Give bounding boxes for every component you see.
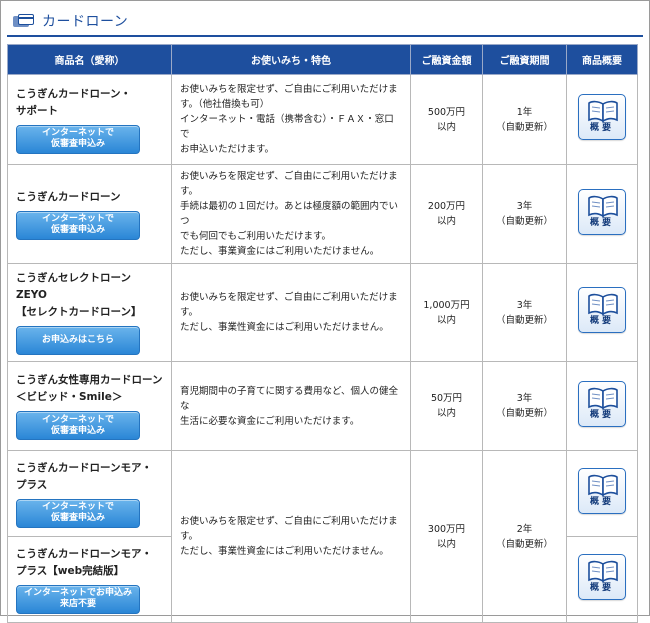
features-cell: お使いみちを限定せず、ご自由にご利用いただけま す。 ただし、事業性資金にはご利用い… (171, 263, 411, 362)
product-name-cell: こうぎんカードローン インターネットで 仮審査申込み (7, 164, 172, 264)
open-book-icon (588, 293, 618, 316)
product-overview-button[interactable]: 概要 (578, 188, 626, 235)
open-book-icon (588, 474, 618, 497)
product-name[interactable]: こうぎんカードローン (16, 189, 163, 206)
open-book-icon (588, 195, 618, 217)
table-header-row: 商品名（愛称） お使いみち・特色 ご融資金額 ご融資期間 商品概要 (7, 44, 638, 75)
features-cell: お使いみちを限定せず、ご自由にご利用いただけま す。（他社借換も可） インターネット… (171, 74, 411, 165)
features-cell: お使いみちを限定せず、ご自由にご利用いただけま す。 ただし、事業性資金にはご利用い… (171, 450, 411, 623)
internet-apply-no-visit-button[interactable]: インターネットでお申込み 来店不要 (16, 584, 140, 614)
loan-amount-cell: 1,000万円 以内 (410, 263, 483, 362)
features-cell: 育児期間中の子育てに関する費用など、個人の健全な 生活に必要な資金にご利用いただけ… (171, 361, 411, 451)
product-overview-button[interactable]: 概要 (578, 554, 626, 600)
product-name[interactable]: こうぎんカードローンモア・ プラス (16, 460, 163, 494)
loan-amount-cell: 50万円 以内 (410, 361, 483, 451)
open-book-icon (588, 100, 618, 123)
product-name-cell: こうぎんカードローンモア・ プラス インターネットで 仮審査申込み (7, 450, 172, 537)
overview-cell: 概要 (566, 74, 638, 165)
loan-amount-cell: 300万円 以内 (410, 450, 483, 623)
product-overview-button[interactable]: 概要 (578, 468, 626, 514)
loan-term-cell: 3年 （自動更新） (482, 361, 567, 451)
product-name-cell: こうぎんセレクトローン ZEYO 【セレクトカードローン】 お申込みはこちら (7, 263, 172, 362)
internet-pre-screening-button[interactable]: インターネットで 仮審査申込み (16, 411, 140, 440)
column-header-loan-term: ご融資期間 (482, 44, 567, 75)
loan-term-cell: 1年 （自動更新） (482, 74, 567, 165)
apply-here-button[interactable]: お申込みはこちら (16, 326, 140, 355)
overview-cell: 概要 (566, 164, 638, 264)
product-overview-button[interactable]: 概要 (578, 94, 626, 140)
overview-cell: 概要 (566, 263, 638, 362)
table-row: こうぎんカードローンモア・ プラス インターネットで 仮審査申込み お使いみちを限定… (7, 450, 638, 623)
open-book-icon (588, 387, 618, 409)
column-header-overview: 商品概要 (566, 44, 638, 75)
product-overview-button[interactable]: 概要 (578, 380, 626, 427)
credit-card-icon (13, 13, 35, 29)
open-book-icon (588, 560, 618, 583)
overview-cell: 概要 (566, 450, 638, 537)
card-loan-table: 商品名（愛称） お使いみち・特色 ご融資金額 ご融資期間 商品概要 こうぎんカー… (7, 44, 638, 623)
features-cell: お使いみちを限定せず、ご自由にご利用いただけま す。 手続は最初の１回だけ。あとは極… (171, 164, 411, 264)
internet-pre-screening-button[interactable]: インターネットで 仮審査申込み (16, 210, 140, 240)
overview-cell: 概要 (566, 361, 638, 451)
loan-term-cell: 3年 （自動更新） (482, 263, 567, 362)
internet-pre-screening-button[interactable]: インターネットで 仮審査申込み (16, 498, 140, 528)
loan-amount-cell: 500万円 以内 (410, 74, 483, 165)
product-name-cell: こうぎんカードローン・ サポート インターネットで 仮審査申込み (7, 74, 172, 165)
loan-term-cell: 3年 （自動更新） (482, 164, 567, 264)
content-frame: カードローン 商品名（愛称） お使いみち・特色 ご融資金額 ご融資期間 商品概要 (0, 0, 650, 623)
product-name-cell: こうぎん女性専用カードローン ＜ビビッド・Smile＞ インターネットで 仮審査申込… (7, 361, 172, 451)
table-row: こうぎんカードローン・ サポート インターネットで 仮審査申込み お使いみちを限定せ… (7, 74, 638, 165)
header-divider (7, 35, 643, 37)
column-header-loan-amount: ご融資金額 (410, 44, 483, 75)
product-name[interactable]: こうぎん女性専用カードローン ＜ビビッド・Smile＞ (16, 372, 163, 406)
loan-amount-cell: 200万円 以内 (410, 164, 483, 264)
column-header-product-name: 商品名（愛称） (7, 44, 172, 75)
table-row: こうぎんセレクトローン ZEYO 【セレクトカードローン】 お申込みはこちら お使… (7, 263, 638, 362)
product-overview-button[interactable]: 概要 (578, 287, 626, 333)
table-row: こうぎんカードローン インターネットで 仮審査申込み お使いみちを限定せず、ご自由… (7, 164, 638, 264)
internet-pre-screening-button[interactable]: インターネットで 仮審査申込み (16, 124, 140, 154)
product-name[interactable]: こうぎんセレクトローン ZEYO 【セレクトカードローン】 (16, 270, 163, 321)
product-name-cell: こうぎんカードローンモア・ プラス【web完結版】 インターネットでお申込み 来店不… (7, 536, 172, 623)
section-title: カードローン (42, 14, 129, 30)
product-name[interactable]: こうぎんカードローン・ サポート (16, 86, 163, 120)
product-name[interactable]: こうぎんカードローンモア・ プラス【web完結版】 (16, 546, 163, 580)
section-header: カードローン (7, 7, 643, 35)
overview-cell: 概要 (566, 536, 638, 623)
loan-term-cell: 2年 （自動更新） (482, 450, 567, 623)
column-header-features: お使いみち・特色 (171, 44, 411, 75)
table-row: こうぎん女性専用カードローン ＜ビビッド・Smile＞ インターネットで 仮審査申込… (7, 361, 638, 451)
